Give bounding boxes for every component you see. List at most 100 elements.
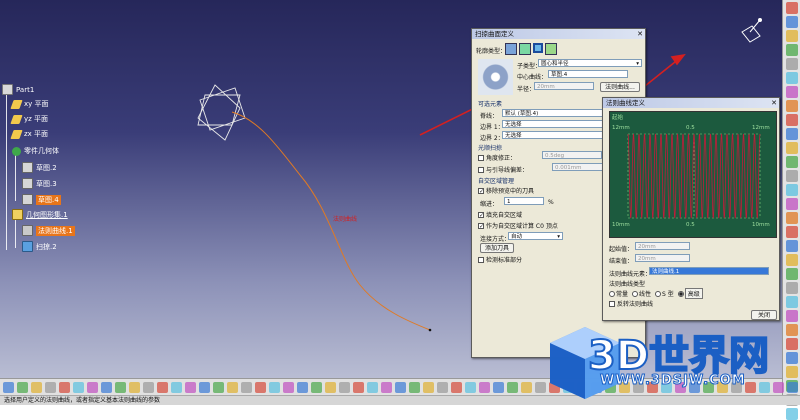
overlap-field[interactable]: 1 bbox=[504, 197, 544, 205]
center-curve-field[interactable]: 草图.4 bbox=[548, 70, 628, 78]
toolbar-tool-icon[interactable] bbox=[563, 381, 574, 393]
law-type-advanced[interactable]: 高级 bbox=[677, 288, 703, 299]
toolbar-tool-icon[interactable] bbox=[591, 381, 602, 393]
tree-part-body[interactable]: 零件几何体 bbox=[12, 146, 59, 156]
tree-law-curve[interactable]: 法则曲线.1 bbox=[22, 225, 75, 236]
toolbar-tool-icon[interactable] bbox=[297, 381, 308, 393]
toolbar-tool-icon[interactable] bbox=[381, 381, 392, 393]
toolbar-tool-icon[interactable] bbox=[549, 381, 560, 393]
toolbar-tool-icon[interactable] bbox=[786, 240, 798, 252]
toolbar-tool-icon[interactable] bbox=[661, 381, 672, 393]
toolbar-tool-icon[interactable] bbox=[786, 366, 798, 378]
close-button[interactable]: 关闭 bbox=[751, 310, 777, 320]
explicit-profile-icon[interactable] bbox=[505, 43, 517, 55]
toolbar-tool-icon[interactable] bbox=[647, 381, 658, 393]
law-button[interactable]: 法则曲线... bbox=[600, 82, 640, 92]
toolbar-tool-icon[interactable] bbox=[786, 86, 798, 98]
toolbar-tool-icon[interactable] bbox=[409, 381, 420, 393]
toolbar-tool-icon[interactable] bbox=[311, 381, 322, 393]
toolbar-tool-icon[interactable] bbox=[605, 381, 616, 393]
conic-profile-icon[interactable] bbox=[545, 43, 557, 55]
circle-profile-icon[interactable] bbox=[533, 43, 543, 53]
toolbar-tool-icon[interactable] bbox=[101, 381, 112, 393]
deviation-checkbox[interactable]: 与引导线偏差： bbox=[478, 165, 528, 174]
toolbar-tool-icon[interactable] bbox=[786, 58, 798, 70]
toolbar-tool-icon[interactable] bbox=[283, 381, 294, 393]
toolbar-tool-icon[interactable] bbox=[521, 381, 532, 393]
toolbar-tool-icon[interactable] bbox=[745, 381, 756, 393]
law-type-s[interactable]: S 型 bbox=[655, 289, 674, 298]
tree-plane-yz[interactable]: yz 平面 bbox=[10, 114, 48, 124]
end-value-field[interactable]: 20mm bbox=[635, 254, 690, 262]
tree-sweep[interactable]: 扫掠.2 bbox=[22, 241, 57, 252]
deviation-field[interactable]: 0.001mm bbox=[552, 163, 607, 171]
toolbar-tool-icon[interactable] bbox=[786, 282, 798, 294]
tree-sketch-2[interactable]: 草图.2 bbox=[22, 162, 57, 173]
toolbar-tool-icon[interactable] bbox=[786, 142, 798, 154]
tree-plane-zx[interactable]: zx 平面 bbox=[10, 129, 48, 139]
tree-sketch-3[interactable]: 草图.3 bbox=[22, 178, 57, 189]
invert-law-checkbox[interactable]: 反转法则曲线 bbox=[609, 299, 653, 308]
toolbar-tool-icon[interactable] bbox=[689, 381, 700, 393]
toolbar-tool-icon[interactable] bbox=[227, 381, 238, 393]
toolbar-tool-icon[interactable] bbox=[325, 381, 336, 393]
toolbar-tool-icon[interactable] bbox=[786, 352, 798, 364]
toolbar-tool-icon[interactable] bbox=[786, 72, 798, 84]
toolbar-tool-icon[interactable] bbox=[129, 381, 140, 393]
toolbar-tool-icon[interactable] bbox=[353, 381, 364, 393]
toolbar-tool-icon[interactable] bbox=[786, 30, 798, 42]
toolbar-tool-icon[interactable] bbox=[786, 408, 798, 420]
toolbar-tool-icon[interactable] bbox=[465, 381, 476, 393]
toolbar-tool-icon[interactable] bbox=[619, 381, 630, 393]
toolbar-tool-icon[interactable] bbox=[395, 381, 406, 393]
close-icon[interactable]: ✕ bbox=[769, 98, 779, 108]
toolbar-tool-icon[interactable] bbox=[786, 338, 798, 350]
toolbar-tool-icon[interactable] bbox=[731, 381, 742, 393]
law-type-linear[interactable]: 线性 bbox=[632, 289, 651, 298]
toolbar-tool-icon[interactable] bbox=[633, 381, 644, 393]
toolbar-tool-icon[interactable] bbox=[451, 381, 462, 393]
toolbar-tool-icon[interactable] bbox=[423, 381, 434, 393]
toolbar-tool-icon[interactable] bbox=[45, 381, 56, 393]
toolbar-tool-icon[interactable] bbox=[3, 381, 14, 393]
toolbar-tool-icon[interactable] bbox=[269, 381, 280, 393]
toolbar-tool-icon[interactable] bbox=[73, 381, 84, 393]
toolbar-tool-icon[interactable] bbox=[437, 381, 448, 393]
toolbar-tool-icon[interactable] bbox=[507, 381, 518, 393]
subtype-select[interactable]: 圆心和半径 ▾ bbox=[538, 59, 642, 67]
angle-correction-field[interactable]: 0.5deg bbox=[542, 151, 602, 159]
toolbar-tool-icon[interactable] bbox=[786, 212, 798, 224]
toolbar-tool-icon[interactable] bbox=[773, 381, 784, 393]
toolbar-tool-icon[interactable] bbox=[786, 156, 798, 168]
fill-method-select[interactable]: 自动 ▾ bbox=[508, 232, 563, 240]
toolbar-tool-icon[interactable] bbox=[786, 2, 798, 14]
toolbar-tool-icon[interactable] bbox=[675, 381, 686, 393]
toolbar-tool-icon[interactable] bbox=[31, 381, 42, 393]
toolbar-tool-icon[interactable] bbox=[87, 381, 98, 393]
toolbar-tool-icon[interactable] bbox=[786, 170, 798, 182]
close-icon[interactable]: ✕ bbox=[635, 29, 645, 39]
toolbar-tool-icon[interactable] bbox=[17, 381, 28, 393]
toolbar-tool-icon[interactable] bbox=[479, 381, 490, 393]
toolbar-tool-icon[interactable] bbox=[185, 381, 196, 393]
toolbar-tool-icon[interactable] bbox=[786, 16, 798, 28]
toolbar-tool-icon[interactable] bbox=[493, 381, 504, 393]
toolbar-tool-icon[interactable] bbox=[786, 226, 798, 238]
start-value-field[interactable]: 20mm bbox=[635, 242, 690, 250]
tree-sketch-4[interactable]: 草图.4 bbox=[22, 194, 61, 205]
line-profile-icon[interactable] bbox=[519, 43, 531, 55]
law-type-constant[interactable]: 常量 bbox=[609, 289, 628, 298]
toolbar-tool-icon[interactable] bbox=[786, 310, 798, 322]
toolbar-tool-icon[interactable] bbox=[787, 381, 798, 393]
toolbar-tool-icon[interactable] bbox=[213, 381, 224, 393]
toolbar-tool-icon[interactable] bbox=[577, 381, 588, 393]
toolbar-tool-icon[interactable] bbox=[786, 198, 798, 210]
toolbar-tool-icon[interactable] bbox=[786, 114, 798, 126]
toolbar-tool-icon[interactable] bbox=[786, 128, 798, 140]
toolbar-tool-icon[interactable] bbox=[157, 381, 168, 393]
law-chart[interactable]: 起始 12mm 0.5 12mm 10mm 0.5 10mm bbox=[609, 111, 777, 238]
toolbar-tool-icon[interactable] bbox=[786, 44, 798, 56]
toolbar-tool-icon[interactable] bbox=[786, 296, 798, 308]
law-element-field[interactable]: 法则曲线.1 bbox=[649, 267, 769, 275]
toolbar-tool-icon[interactable] bbox=[535, 381, 546, 393]
